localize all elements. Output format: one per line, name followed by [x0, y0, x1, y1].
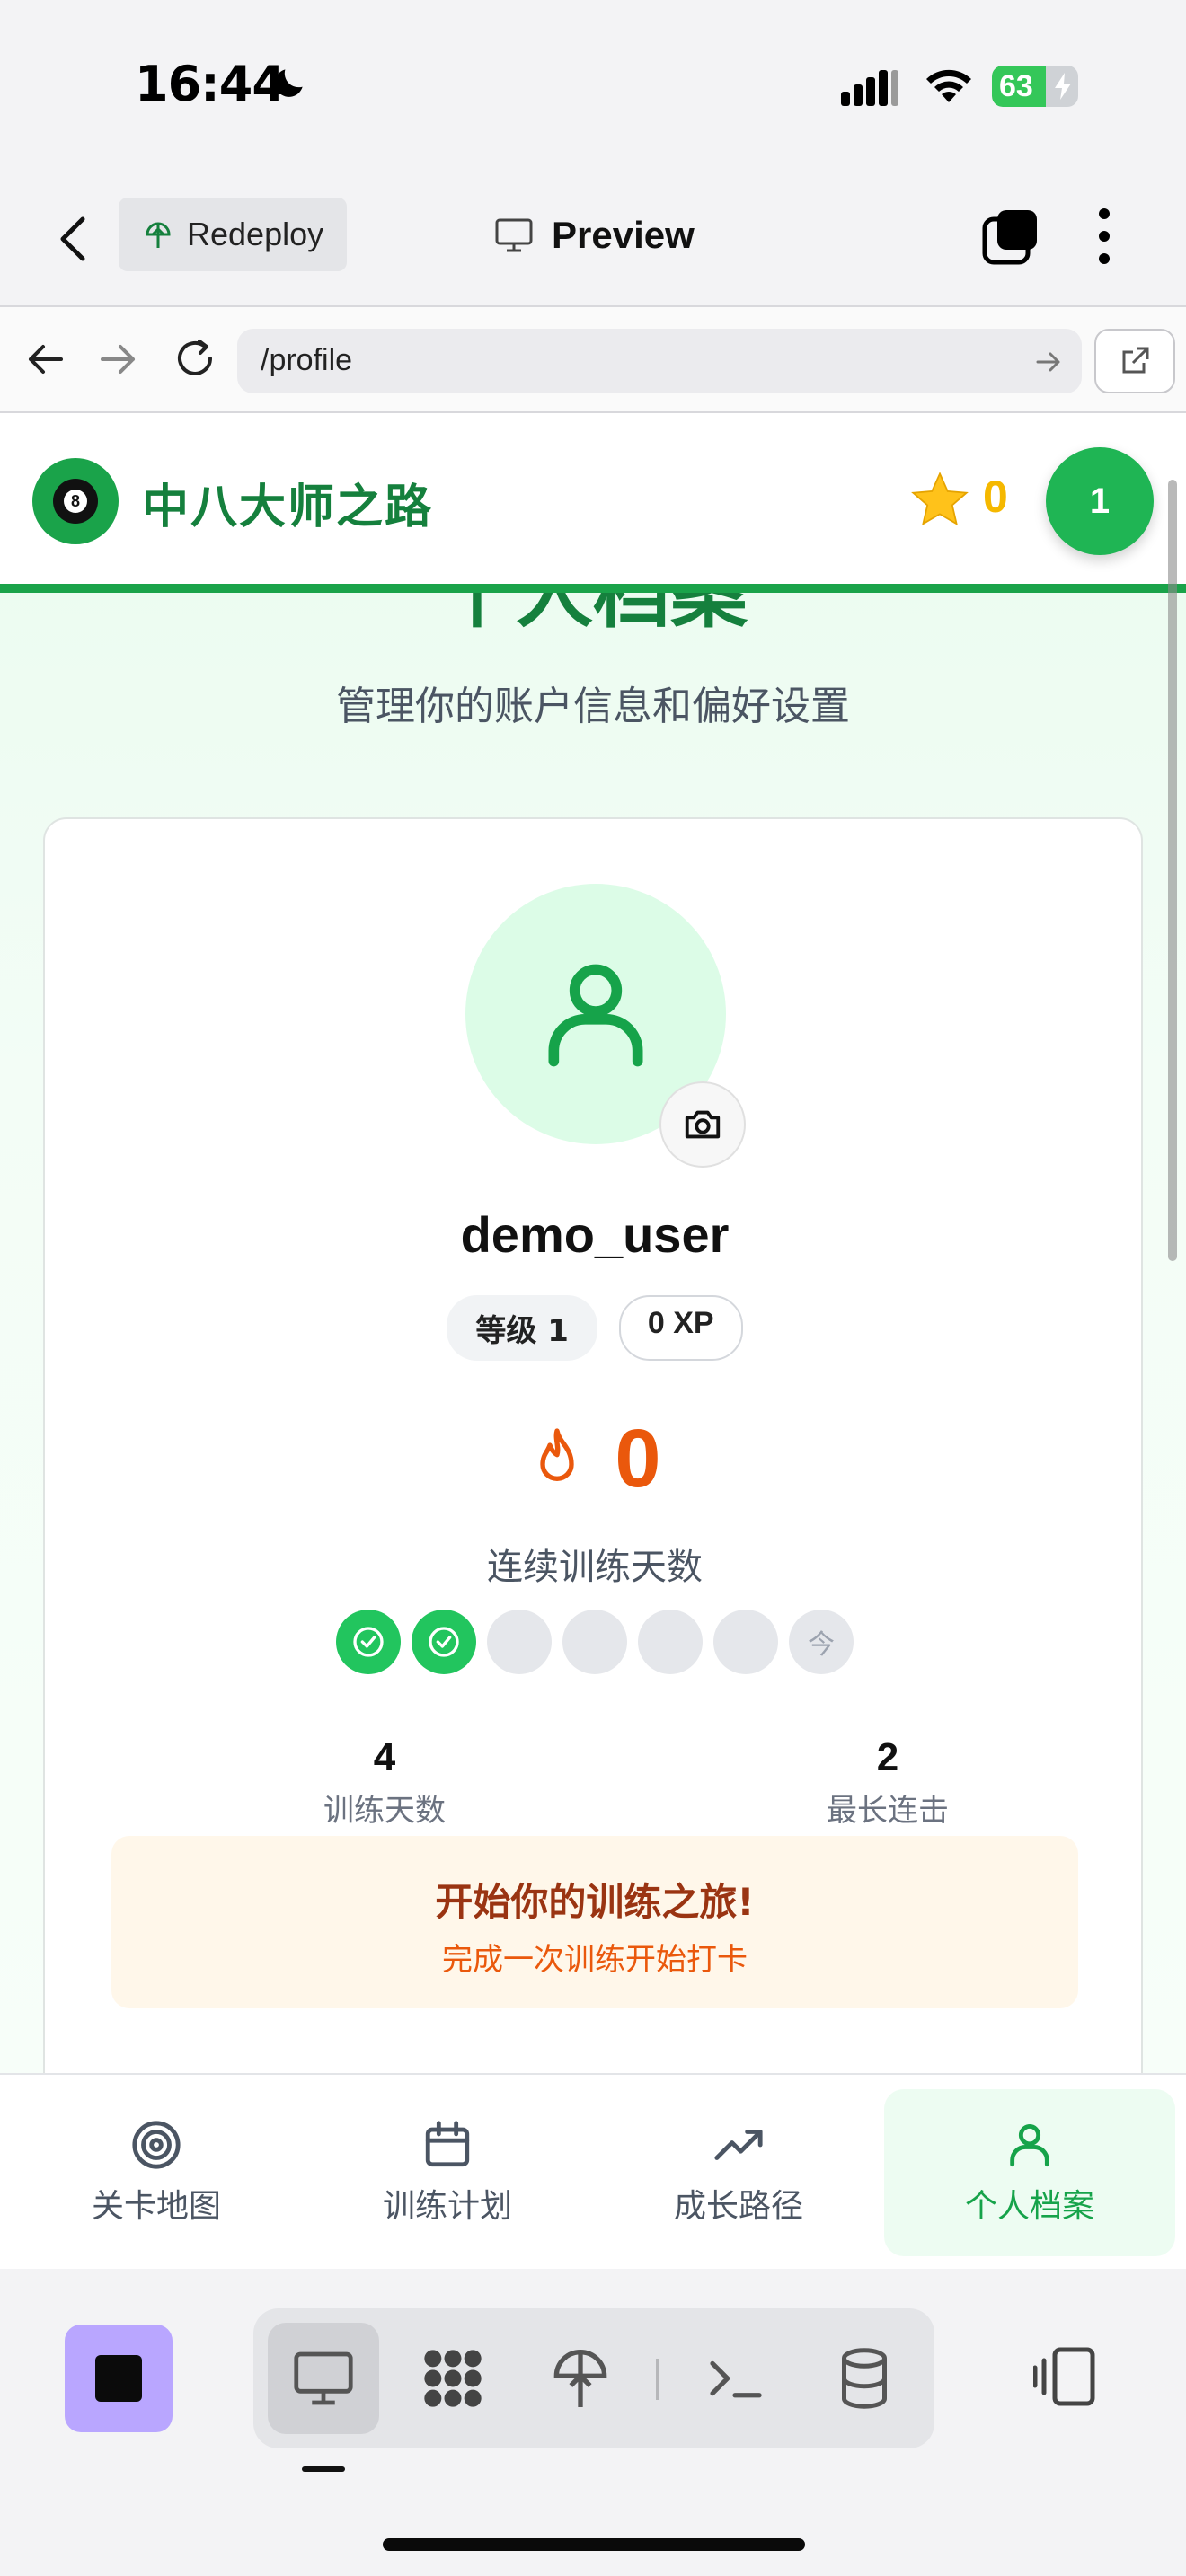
streak-row: 0	[45, 1412, 1145, 1506]
site-title[interactable]: 中八大师之路	[142, 469, 433, 536]
browser-forward-icon[interactable]	[99, 340, 138, 379]
deploy-icon	[553, 2350, 607, 2407]
stop-icon	[95, 2355, 142, 2402]
nav-label: 个人档案	[964, 2188, 1094, 2225]
browser-bar: /profile	[0, 305, 1186, 413]
day-empty	[562, 1610, 627, 1674]
star-count: 0	[983, 472, 1008, 522]
nav-label: 关卡地图	[91, 2188, 221, 2225]
user-icon	[1010, 2124, 1049, 2167]
username: demo_user	[460, 1206, 730, 1263]
status-bar: 16:44 63	[0, 0, 1186, 171]
wifi-icon	[926, 69, 971, 102]
badges-row: 等级 1 0 XP	[45, 1295, 1145, 1361]
database-tool-button[interactable]	[809, 2323, 920, 2434]
nav-label: 训练计划	[382, 2188, 512, 2225]
url-input[interactable]: /profile	[237, 329, 1082, 393]
user-icon	[548, 964, 643, 1067]
monitor-icon	[495, 218, 533, 252]
battery-indicator: 63	[992, 66, 1078, 107]
app-top-bar: Redeploy Preview	[0, 171, 1186, 305]
back-chevron-icon[interactable]	[56, 214, 92, 264]
cellular-signal-icon	[841, 70, 898, 106]
preview-title[interactable]: Preview	[494, 207, 695, 264]
nav-label: 成长路径	[673, 2188, 803, 2225]
stat-training-days: 4 训练天数	[205, 1735, 564, 1830]
trending-up-icon	[714, 2130, 763, 2160]
stat-label: 训练天数	[323, 1793, 446, 1829]
target-icon	[132, 2121, 181, 2169]
cta-subtitle: 完成一次训练开始打卡	[442, 1942, 748, 1978]
stat-label: 最长连击	[827, 1793, 949, 1829]
reload-icon[interactable]	[173, 336, 217, 381]
nav-level-map[interactable]: 关卡地图	[11, 2089, 302, 2256]
page-subtitle: 管理你的账户信息和偏好设置	[336, 684, 850, 729]
stat-value: 4	[373, 1735, 396, 1779]
day-today: 今	[789, 1610, 854, 1674]
redeploy-button[interactable]: Redeploy	[119, 198, 347, 271]
user-level-button[interactable]: 1	[1046, 447, 1154, 555]
check-circle-icon	[353, 1627, 384, 1657]
redeploy-icon	[146, 222, 171, 248]
check-circle-icon	[429, 1627, 459, 1657]
week-days-row: 今	[45, 1610, 1145, 1674]
browser-back-icon[interactable]	[25, 340, 65, 379]
database-icon	[842, 2348, 887, 2409]
panel-toggle-icon[interactable]	[1033, 2344, 1098, 2409]
url-text: /profile	[261, 343, 353, 377]
redeploy-label: Redeploy	[187, 216, 324, 252]
preview-label: Preview	[552, 214, 695, 256]
streak-count: 0	[615, 1413, 661, 1504]
preview-tool-button[interactable]	[268, 2323, 379, 2434]
more-vertical-icon[interactable]	[1091, 207, 1118, 266]
calendar-icon	[425, 2121, 470, 2167]
monitor-icon	[294, 2351, 353, 2405]
nav-training-plan[interactable]: 训练计划	[302, 2089, 593, 2256]
day-empty	[487, 1610, 552, 1674]
day-done	[336, 1610, 401, 1674]
active-tool-indicator	[302, 2466, 345, 2472]
charging-bolt-icon	[1055, 73, 1071, 100]
battery-level: 63	[999, 69, 1033, 103]
ide-toolbar	[0, 2269, 1186, 2576]
moon-icon	[275, 69, 303, 97]
external-link-icon	[1122, 347, 1149, 374]
go-arrow-icon[interactable]	[1035, 348, 1062, 375]
scrollbar[interactable]	[1168, 480, 1177, 1261]
tabs-icon[interactable]	[981, 208, 1039, 266]
xp-badge: 0 XP	[618, 1295, 743, 1361]
day-empty	[713, 1610, 778, 1674]
terminal-tool-button[interactable]	[679, 2323, 791, 2434]
site-header: 8 中八大师之路 0 1	[0, 413, 1186, 593]
tool-divider	[656, 2359, 659, 2400]
stat-longest-streak: 2 最长连击	[708, 1735, 1067, 1830]
training-cta-box: 开始你的训练之旅! 完成一次训练开始打卡	[111, 1836, 1078, 2008]
change-avatar-button[interactable]	[659, 1081, 746, 1168]
terminal-icon	[710, 2360, 762, 2398]
open-external-button[interactable]	[1094, 329, 1175, 393]
day-done	[412, 1610, 476, 1674]
site-logo[interactable]: 8	[32, 458, 119, 544]
flame-icon	[540, 1427, 575, 1481]
logo-ball-number: 8	[64, 490, 87, 513]
grid-blob-icon	[424, 2350, 482, 2407]
profile-card: demo_user 等级 1 0 XP 0 连续训练天数 今 4 训练天数 2 …	[43, 817, 1143, 2073]
star-icon	[911, 472, 969, 526]
streak-label: 连续训练天数	[487, 1547, 703, 1588]
status-time: 16:44	[135, 56, 286, 112]
stat-value: 2	[876, 1735, 899, 1779]
bottom-nav: 关卡地图 训练计划 成长路径 个人档案	[0, 2073, 1186, 2269]
nav-growth-path[interactable]: 成长路径	[593, 2089, 884, 2256]
camera-icon	[685, 1110, 721, 1139]
home-indicator[interactable]	[383, 2538, 805, 2551]
level-badge: 等级 1	[447, 1295, 597, 1361]
nav-profile[interactable]: 个人档案	[884, 2089, 1175, 2256]
deploy-tool-button[interactable]	[525, 2323, 636, 2434]
web-content: 8 中八大师之路 0 1 个人档案 管理你的账户信息和偏好设置 demo_use…	[0, 413, 1186, 2073]
day-empty	[638, 1610, 703, 1674]
stop-button[interactable]	[65, 2325, 173, 2432]
apps-tool-button[interactable]	[397, 2323, 509, 2434]
tool-group	[253, 2308, 934, 2448]
cta-title: 开始你的训练之旅!	[435, 1880, 755, 1924]
